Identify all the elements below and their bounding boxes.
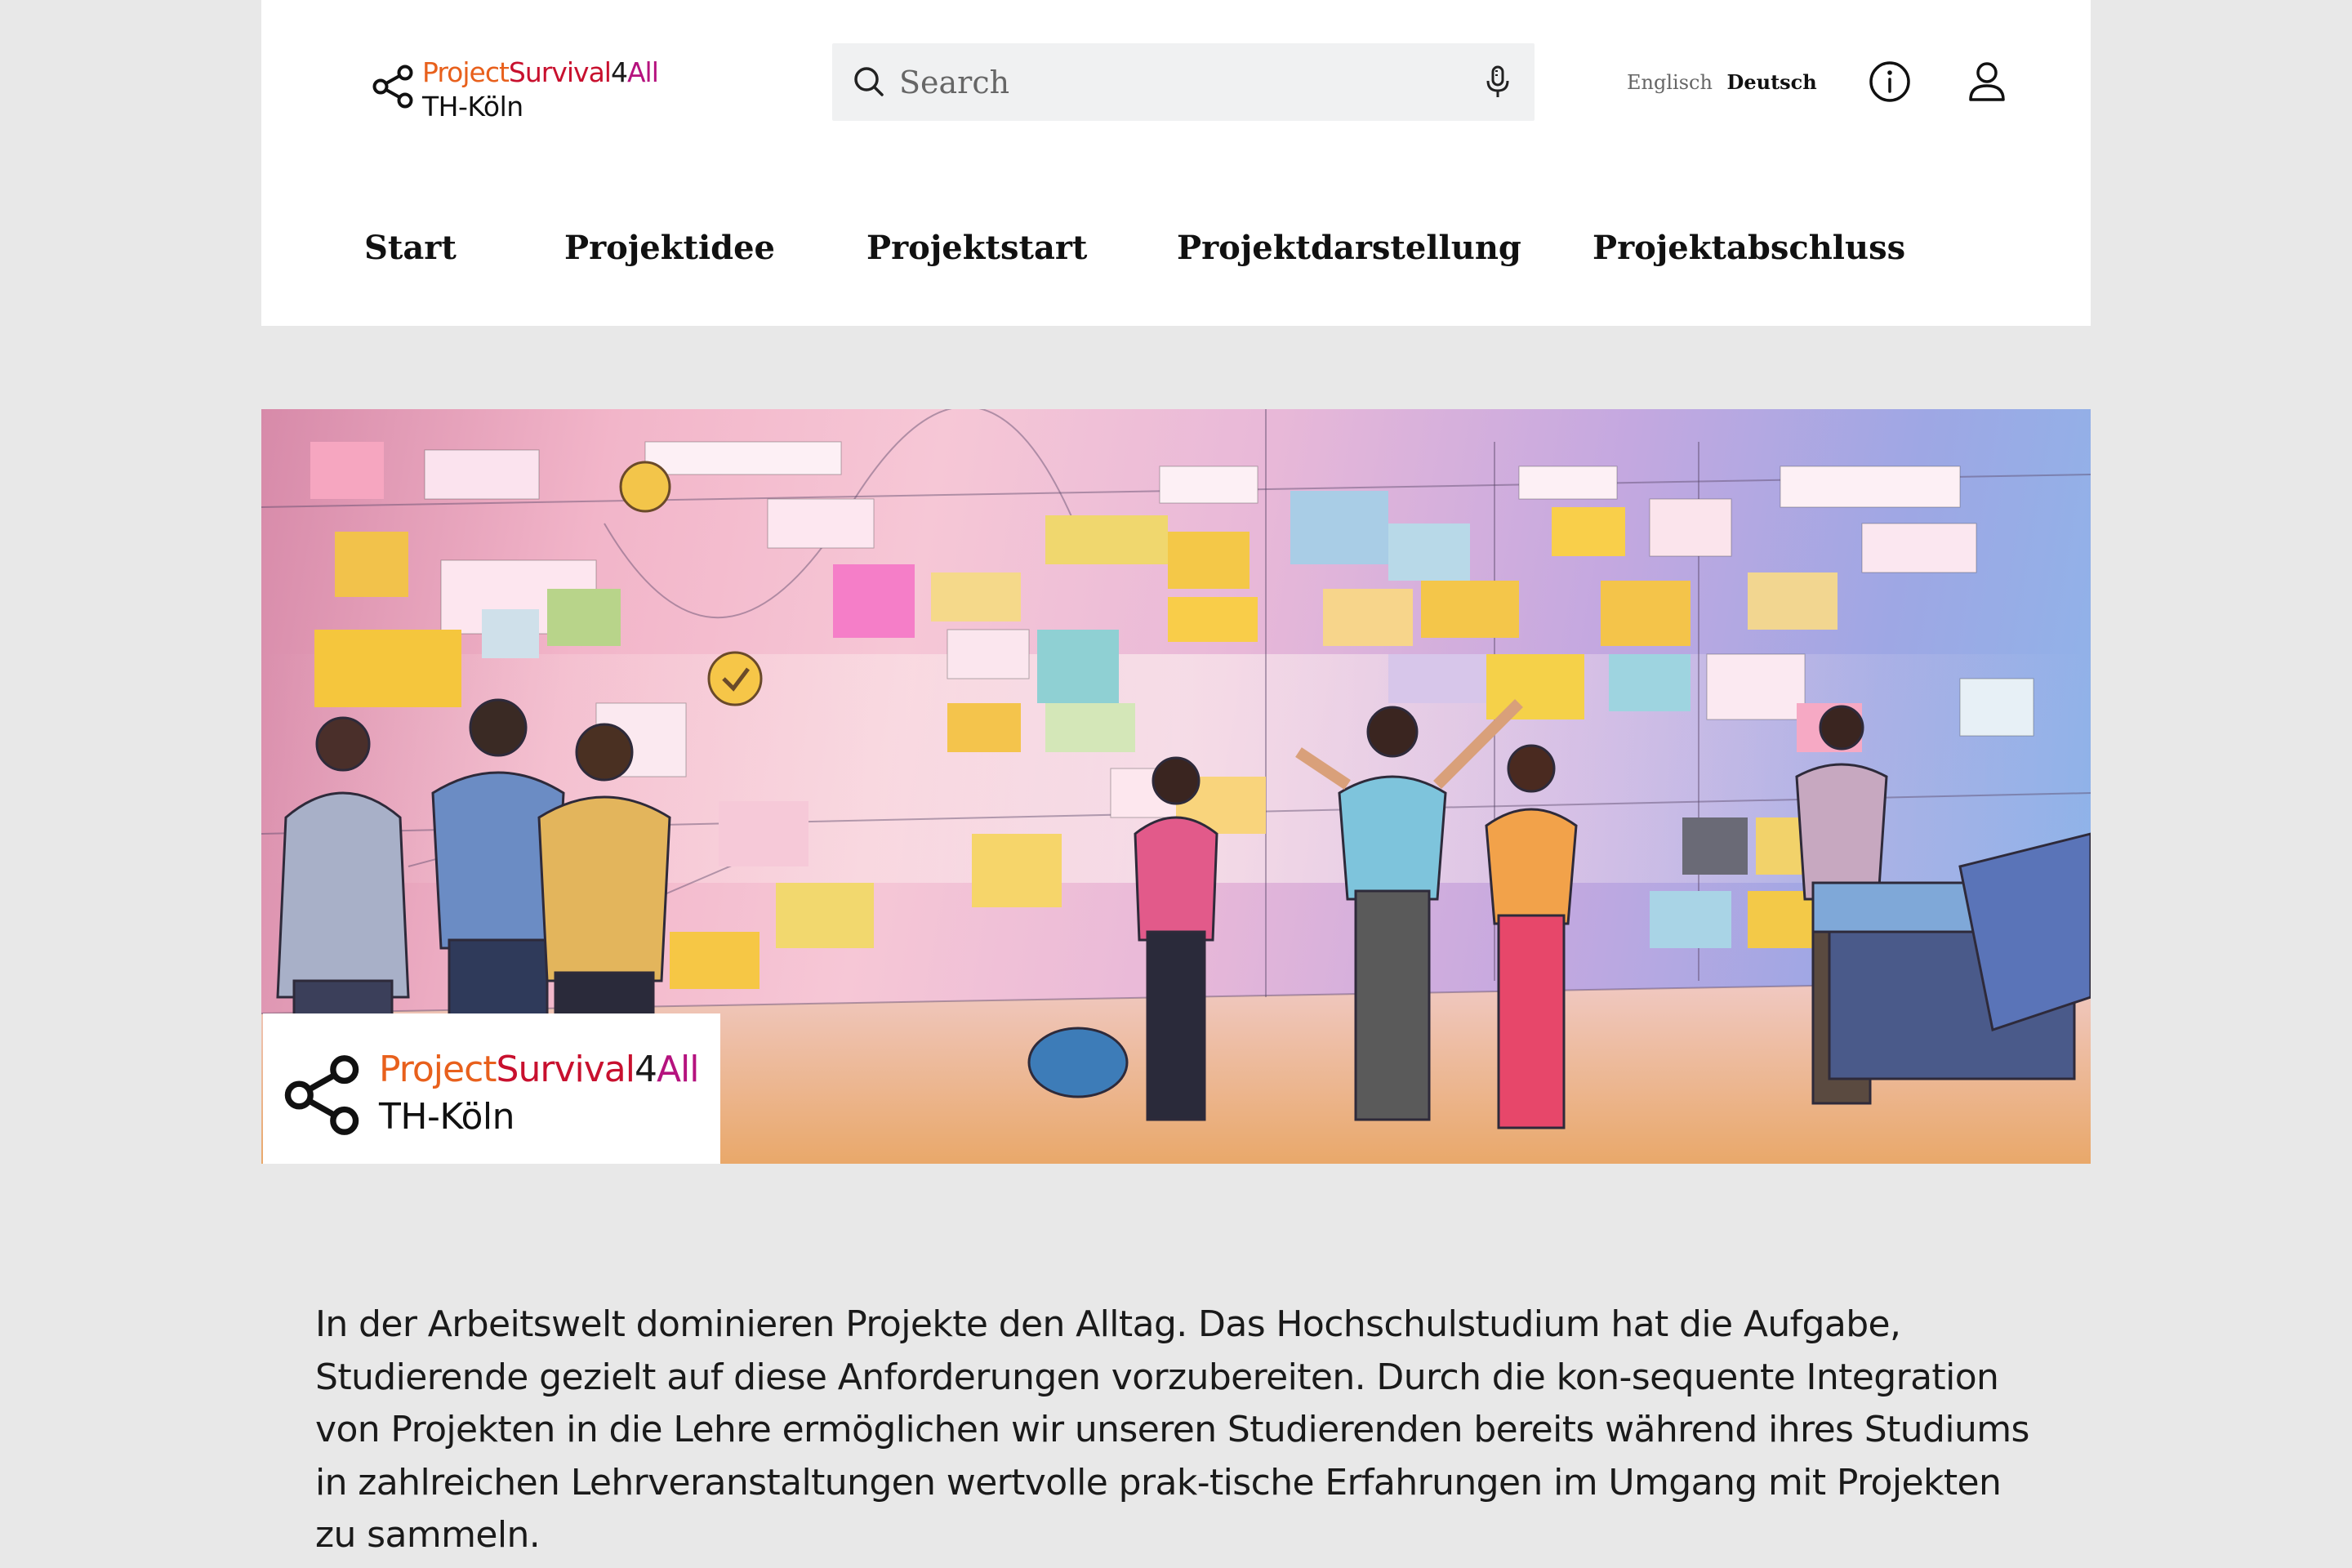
info-icon[interactable] (1867, 59, 1913, 105)
site-header: ProjectSurvival4All TH-Köln Englisch Deu… (261, 0, 2091, 326)
logo-part-project: Project (422, 56, 510, 88)
hero-banner: ProjectSurvival4All TH-Köln (261, 409, 2091, 1164)
hero-logo-part-project: Project (379, 1049, 497, 1090)
language-switcher: Englisch Deutsch (1627, 70, 1817, 94)
hero-logo-text: ProjectSurvival4All TH-Köln (379, 1046, 700, 1141)
hero-logo-part-all: All (656, 1049, 700, 1090)
microphone-icon[interactable] (1481, 65, 1514, 100)
search-icon[interactable] (852, 65, 886, 99)
logo-wordmark: ProjectSurvival4All (422, 56, 659, 90)
logo-text: ProjectSurvival4All TH-Köln (422, 56, 659, 124)
logo-part-4: 4 (610, 56, 628, 88)
nav-item-projektdarstellung[interactable]: Projektdarstellung (1177, 229, 1521, 267)
nav-item-projektidee[interactable]: Projektidee (564, 229, 775, 267)
language-english-link[interactable]: Englisch (1627, 71, 1713, 94)
hero-logo-part-survival: Survival (496, 1049, 635, 1090)
hero-logo-part-4: 4 (634, 1049, 657, 1090)
nav-item-projektstart[interactable]: Projektstart (866, 229, 1087, 267)
logo-subtitle: TH-Köln (422, 91, 523, 122)
share-icon (372, 65, 413, 109)
share-icon (284, 1055, 359, 1135)
user-icon[interactable] (1964, 59, 2010, 105)
hero-logo-badge: ProjectSurvival4All TH-Köln (263, 1013, 720, 1164)
main-nav: Start Projektidee Projektstart Projektda… (261, 229, 2091, 281)
logo-part-all: All (626, 56, 659, 88)
search-bar (832, 43, 1535, 121)
intro-paragraph: In der Arbeitswelt dominieren Projekte d… (315, 1303, 2029, 1556)
hero-logo-subtitle: TH-Köln (379, 1096, 515, 1138)
nav-item-projektabschluss[interactable]: Projektabschluss (1592, 229, 1905, 267)
language-german-link[interactable]: Deutsch (1727, 70, 1817, 94)
nav-item-start[interactable]: Start (364, 229, 457, 267)
site-logo[interactable]: ProjectSurvival4All TH-Köln (372, 56, 666, 129)
hero-logo-wordmark: ProjectSurvival4All (379, 1046, 700, 1094)
search-input[interactable] (898, 55, 1456, 110)
logo-part-survival: Survival (508, 56, 612, 88)
